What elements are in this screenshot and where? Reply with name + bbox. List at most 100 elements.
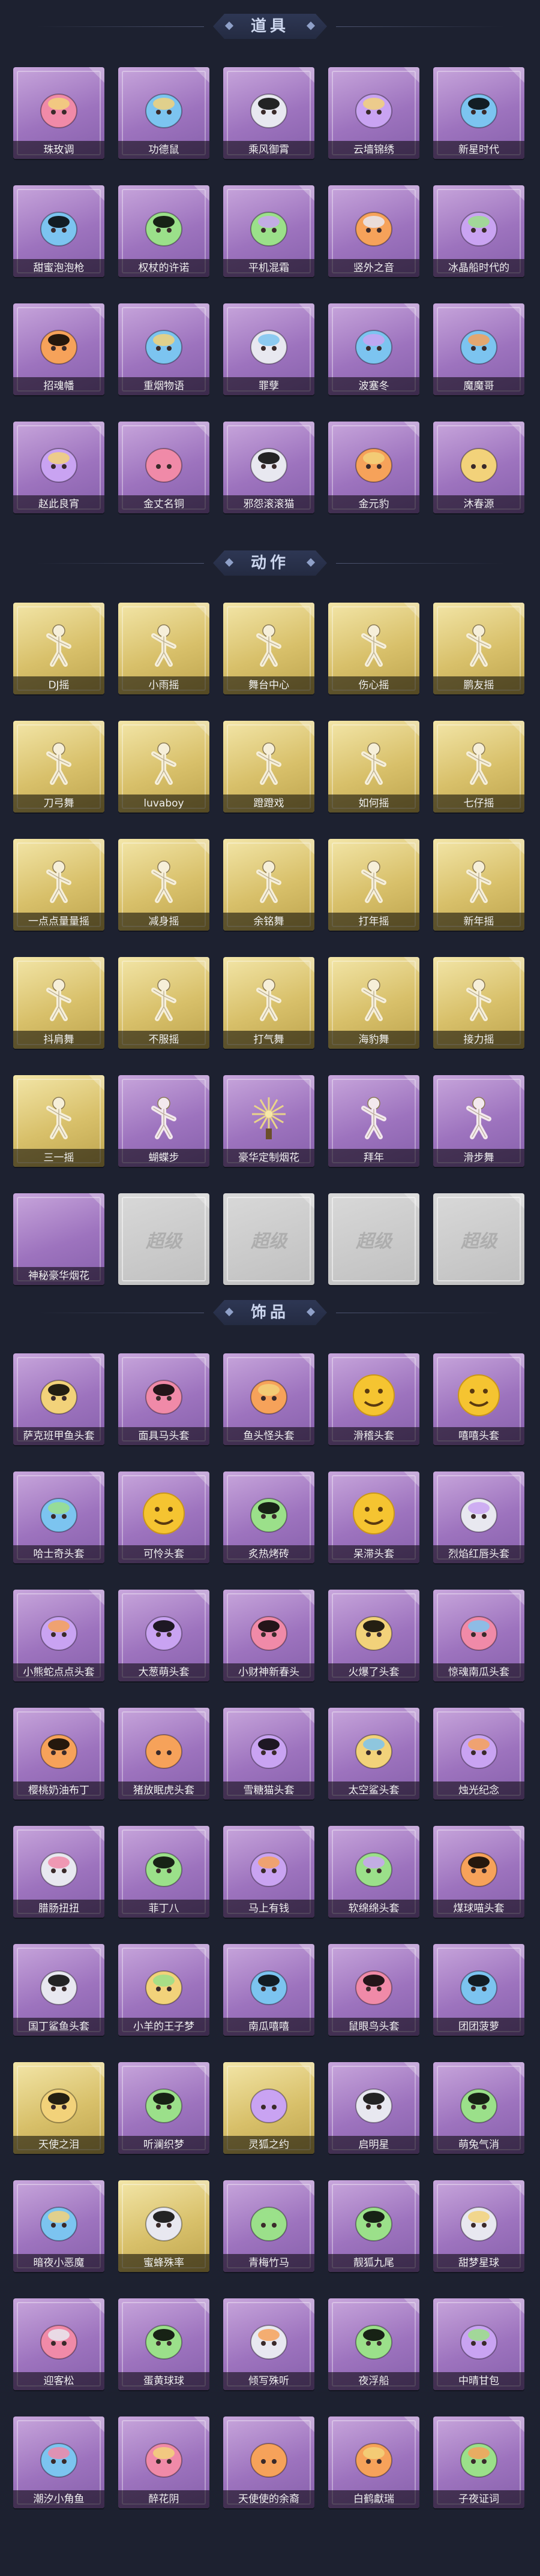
item-card[interactable]: 软绵绵头套 xyxy=(328,1826,419,1918)
item-card[interactable]: 魔魔哥 xyxy=(433,303,524,395)
locked-item-card[interactable]: 超级 xyxy=(433,1193,524,1285)
item-card[interactable]: 权杖的许诺 xyxy=(118,185,209,277)
item-card[interactable]: 嘻嘻头套 xyxy=(433,1353,524,1445)
item-card[interactable]: 七仔摇 xyxy=(433,721,524,812)
item-card[interactable]: 乘风御霄 xyxy=(223,67,314,159)
item-card[interactable]: 鼠眼鸟头套 xyxy=(328,1944,419,2036)
item-card[interactable]: 子夜证词 xyxy=(433,2416,524,2508)
item-card[interactable]: 听澜织梦 xyxy=(118,2062,209,2154)
item-card[interactable]: 大葱萌头套 xyxy=(118,1590,209,1681)
item-card[interactable]: 启明星 xyxy=(328,2062,419,2154)
item-card[interactable]: 打年摇 xyxy=(328,839,419,931)
item-card[interactable]: 煤球喵头套 xyxy=(433,1826,524,1918)
item-card[interactable]: 小雨摇 xyxy=(118,603,209,694)
item-card[interactable]: 白鹤獻瑞 xyxy=(328,2416,419,2508)
item-card[interactable]: luvaboy xyxy=(118,721,209,812)
item-card[interactable]: 倾写殊听 xyxy=(223,2298,314,2390)
item-card[interactable]: 冰晶船时代的 xyxy=(433,185,524,277)
item-card[interactable]: 不服摇 xyxy=(118,957,209,1049)
item-card[interactable]: 甜蜜泡泡枪 xyxy=(13,185,104,277)
item-card[interactable]: 重烟物语 xyxy=(118,303,209,395)
item-card[interactable]: 烈焰红唇头套 xyxy=(433,1471,524,1563)
item-card[interactable]: 青梅竹马 xyxy=(223,2180,314,2272)
item-card[interactable]: 樱桃奶油布丁 xyxy=(13,1708,104,1799)
item-card[interactable]: 马上有钱 xyxy=(223,1826,314,1918)
item-card[interactable]: 哈士奇头套 xyxy=(13,1471,104,1563)
item-card[interactable]: 小财神新春头 xyxy=(223,1590,314,1681)
item-card[interactable]: 抖肩舞 xyxy=(13,957,104,1049)
item-card[interactable]: 小羊的王子梦 xyxy=(118,1944,209,2036)
item-card[interactable]: 暗夜小恶魔 xyxy=(13,2180,104,2272)
item-card[interactable]: 靓狐九尾 xyxy=(328,2180,419,2272)
item-card[interactable]: 神秘豪华烟花 xyxy=(13,1193,104,1285)
item-card[interactable]: 沐春源 xyxy=(433,422,524,513)
item-card[interactable]: 甜梦星球 xyxy=(433,2180,524,2272)
item-card[interactable]: 舞台中心 xyxy=(223,603,314,694)
item-card[interactable]: 三一摇 xyxy=(13,1075,104,1167)
item-card[interactable]: 面具马头套 xyxy=(118,1353,209,1445)
item-card[interactable]: 竖外之音 xyxy=(328,185,419,277)
item-card[interactable]: 蜜蜂殊率 xyxy=(118,2180,209,2272)
item-card[interactable]: 打气舞 xyxy=(223,957,314,1049)
item-card[interactable]: 赵此良宵 xyxy=(13,422,104,513)
item-card[interactable]: 海豹舞 xyxy=(328,957,419,1049)
item-card[interactable]: 醉花阴 xyxy=(118,2416,209,2508)
item-card[interactable]: 国丁鲨鱼头套 xyxy=(13,1944,104,2036)
item-card[interactable]: 蝴蝶步 xyxy=(118,1075,209,1167)
item-card[interactable]: 珠玫调 xyxy=(13,67,104,159)
item-card[interactable]: 滑步舞 xyxy=(433,1075,524,1167)
item-card[interactable]: 邪怨滚滚猫 xyxy=(223,422,314,513)
item-card[interactable]: 萌兔气消 xyxy=(433,2062,524,2154)
item-card[interactable]: 腊肠扭扭 xyxy=(13,1826,104,1918)
item-card[interactable]: 云墙锦绣 xyxy=(328,67,419,159)
item-card[interactable]: 鱼头怪头套 xyxy=(223,1353,314,1445)
item-card[interactable]: 平机混霜 xyxy=(223,185,314,277)
item-card[interactable]: 金丈名铜 xyxy=(118,422,209,513)
item-card[interactable]: 豪华定制烟花 xyxy=(223,1075,314,1167)
item-card[interactable]: 功德鼠 xyxy=(118,67,209,159)
item-card[interactable]: 减身摇 xyxy=(118,839,209,931)
item-card[interactable]: 一点点量量摇 xyxy=(13,839,104,931)
item-card[interactable]: 潮汐小角鱼 xyxy=(13,2416,104,2508)
item-card[interactable]: 罪孽 xyxy=(223,303,314,395)
item-card[interactable]: 菲丁八 xyxy=(118,1826,209,1918)
item-card[interactable]: 灵狐之约 xyxy=(223,2062,314,2154)
item-card[interactable]: 天使使的余裔 xyxy=(223,2416,314,2508)
item-card[interactable]: 接力摇 xyxy=(433,957,524,1049)
item-card[interactable]: 萨克班甲鱼头套 xyxy=(13,1353,104,1445)
item-card[interactable]: DJ摇 xyxy=(13,603,104,694)
locked-item-card[interactable]: 超级 xyxy=(223,1193,314,1285)
item-card[interactable]: 刀弓舞 xyxy=(13,721,104,812)
item-card[interactable]: 天使之泪 xyxy=(13,2062,104,2154)
item-card[interactable]: 呆滞头套 xyxy=(328,1471,419,1563)
item-card[interactable]: 雪糖猫头套 xyxy=(223,1708,314,1799)
locked-item-card[interactable]: 超级 xyxy=(118,1193,209,1285)
item-card[interactable]: 太空鲨头套 xyxy=(328,1708,419,1799)
item-card[interactable]: 猪放眠虎头套 xyxy=(118,1708,209,1799)
item-card[interactable]: 蛋黄球球 xyxy=(118,2298,209,2390)
item-card[interactable]: 南瓜嘻嘻 xyxy=(223,1944,314,2036)
item-card[interactable]: 中晴甘包 xyxy=(433,2298,524,2390)
item-card[interactable]: 夜浮船 xyxy=(328,2298,419,2390)
item-card[interactable]: 团团菠萝 xyxy=(433,1944,524,2036)
item-card[interactable]: 如何摇 xyxy=(328,721,419,812)
item-card[interactable]: 炙热烤砖 xyxy=(223,1471,314,1563)
item-card[interactable]: 惊魂南瓜头套 xyxy=(433,1590,524,1681)
item-card[interactable]: 火爆了头套 xyxy=(328,1590,419,1681)
item-card[interactable]: 波塞冬 xyxy=(328,303,419,395)
item-card[interactable]: 招魂幡 xyxy=(13,303,104,395)
item-card[interactable]: 新年摇 xyxy=(433,839,524,931)
item-card[interactable]: 蹬蹬戏 xyxy=(223,721,314,812)
item-card[interactable]: 小熊蛇点点头套 xyxy=(13,1590,104,1681)
item-card[interactable]: 鹏友摇 xyxy=(433,603,524,694)
locked-item-card[interactable]: 超级 xyxy=(328,1193,419,1285)
item-card[interactable]: 伤心摇 xyxy=(328,603,419,694)
item-card[interactable]: 烛光纪念 xyxy=(433,1708,524,1799)
item-card[interactable]: 余铭舞 xyxy=(223,839,314,931)
item-card[interactable]: 金元豹 xyxy=(328,422,419,513)
item-card[interactable]: 滑稽头套 xyxy=(328,1353,419,1445)
item-card[interactable]: 可怜头套 xyxy=(118,1471,209,1563)
item-card[interactable]: 新星时代 xyxy=(433,67,524,159)
item-card[interactable]: 迎客松 xyxy=(13,2298,104,2390)
item-card[interactable]: 拜年 xyxy=(328,1075,419,1167)
